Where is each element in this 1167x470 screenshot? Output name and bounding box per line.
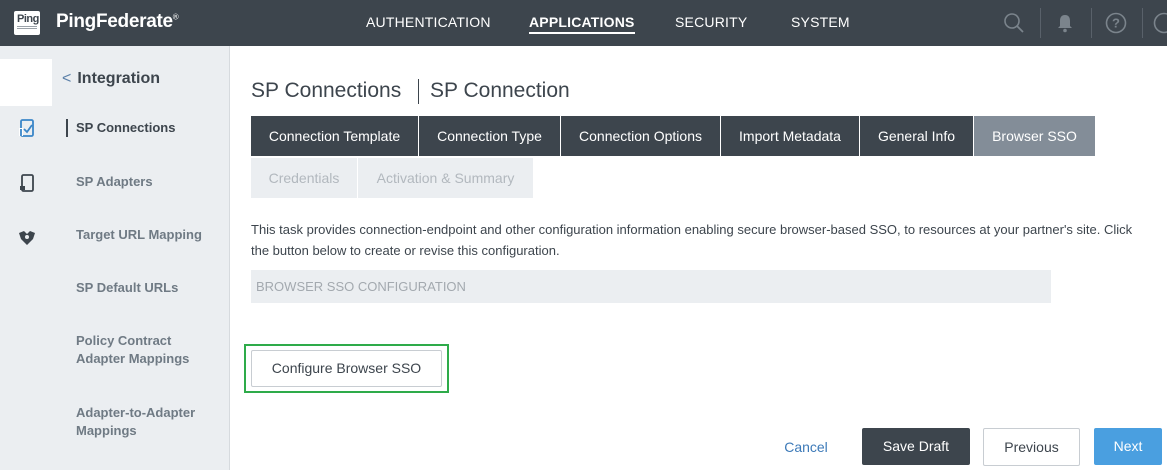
rail-active-highlight bbox=[0, 59, 52, 106]
tab-browser-sso[interactable]: Browser SSO bbox=[974, 116, 1095, 156]
previous-button[interactable]: Previous bbox=[983, 428, 1080, 466]
topbar-divider bbox=[1040, 8, 1041, 38]
product-name-text: PingFederate bbox=[56, 11, 173, 32]
chevron-left-icon: < bbox=[62, 70, 72, 87]
sidebar-item-sp-connections[interactable]: SP Connections bbox=[76, 119, 175, 137]
svg-text:?: ? bbox=[1112, 16, 1120, 31]
topbar-divider bbox=[1142, 8, 1143, 38]
nav-system[interactable]: SYSTEM bbox=[791, 14, 850, 30]
target-url-icon[interactable] bbox=[16, 227, 38, 249]
task-description: This task provides connection-endpoint a… bbox=[251, 222, 1133, 258]
section-header: BROWSER SSO CONFIGURATION bbox=[251, 270, 1051, 303]
user-icon[interactable] bbox=[1152, 11, 1167, 35]
back-label: Integration bbox=[77, 70, 161, 87]
sidebar-active-indicator bbox=[66, 119, 68, 137]
sp-connections-icon[interactable] bbox=[16, 117, 38, 139]
nav-authentication[interactable]: AUTHENTICATION bbox=[366, 14, 491, 30]
configure-browser-sso-button[interactable]: Configure Browser SSO bbox=[251, 350, 442, 387]
breadcrumb-parent[interactable]: SP Connections bbox=[251, 79, 401, 103]
logo-lines bbox=[17, 26, 37, 30]
sidebar-item-adapter-to-adapter-mappings[interactable]: Adapter-to-Adapter Mappings bbox=[76, 404, 206, 440]
tab-credentials: Credentials bbox=[251, 158, 357, 198]
top-bar: Ping PingFederate® AUTHENTICATION APPLIC… bbox=[0, 0, 1167, 46]
tab-connection-template[interactable]: Connection Template bbox=[251, 116, 418, 156]
product-name: PingFederate® bbox=[56, 11, 179, 33]
search-icon[interactable] bbox=[1002, 11, 1026, 35]
tab-general-info[interactable]: General Info bbox=[860, 116, 973, 156]
next-button[interactable]: Next bbox=[1094, 428, 1162, 465]
nav-security[interactable]: SECURITY bbox=[675, 14, 747, 30]
tab-connection-type[interactable]: Connection Type bbox=[419, 116, 560, 156]
bell-icon[interactable] bbox=[1053, 11, 1077, 35]
sidebar-item-target-url-mapping[interactable]: Target URL Mapping bbox=[76, 226, 202, 244]
nav-applications[interactable]: APPLICATIONS bbox=[529, 14, 635, 34]
cancel-button[interactable]: Cancel bbox=[770, 430, 842, 464]
back-to-integration[interactable]: < Integration bbox=[62, 70, 160, 88]
sidebar-item-sp-adapters[interactable]: SP Adapters bbox=[76, 173, 153, 191]
ping-logo[interactable]: Ping bbox=[14, 11, 40, 35]
page-title: SP Connection bbox=[430, 79, 570, 102]
tab-connection-options[interactable]: Connection Options bbox=[561, 116, 720, 156]
save-draft-button[interactable]: Save Draft bbox=[862, 428, 970, 465]
help-icon[interactable]: ? bbox=[1104, 11, 1128, 35]
sp-adapters-icon[interactable] bbox=[16, 172, 38, 194]
tab-activation-summary: Activation & Summary bbox=[358, 158, 533, 198]
topbar-divider bbox=[1091, 8, 1092, 38]
sidebar-item-sp-default-urls[interactable]: SP Default URLs bbox=[76, 279, 178, 297]
icon-rail bbox=[0, 46, 52, 470]
breadcrumb-divider bbox=[418, 79, 419, 104]
registered-mark: ® bbox=[172, 12, 179, 22]
tab-import-metadata[interactable]: Import Metadata bbox=[721, 116, 859, 156]
logo-text: Ping bbox=[17, 13, 39, 25]
sidebar-item-policy-contract-adapter-mappings[interactable]: Policy Contract Adapter Mappings bbox=[76, 332, 206, 368]
